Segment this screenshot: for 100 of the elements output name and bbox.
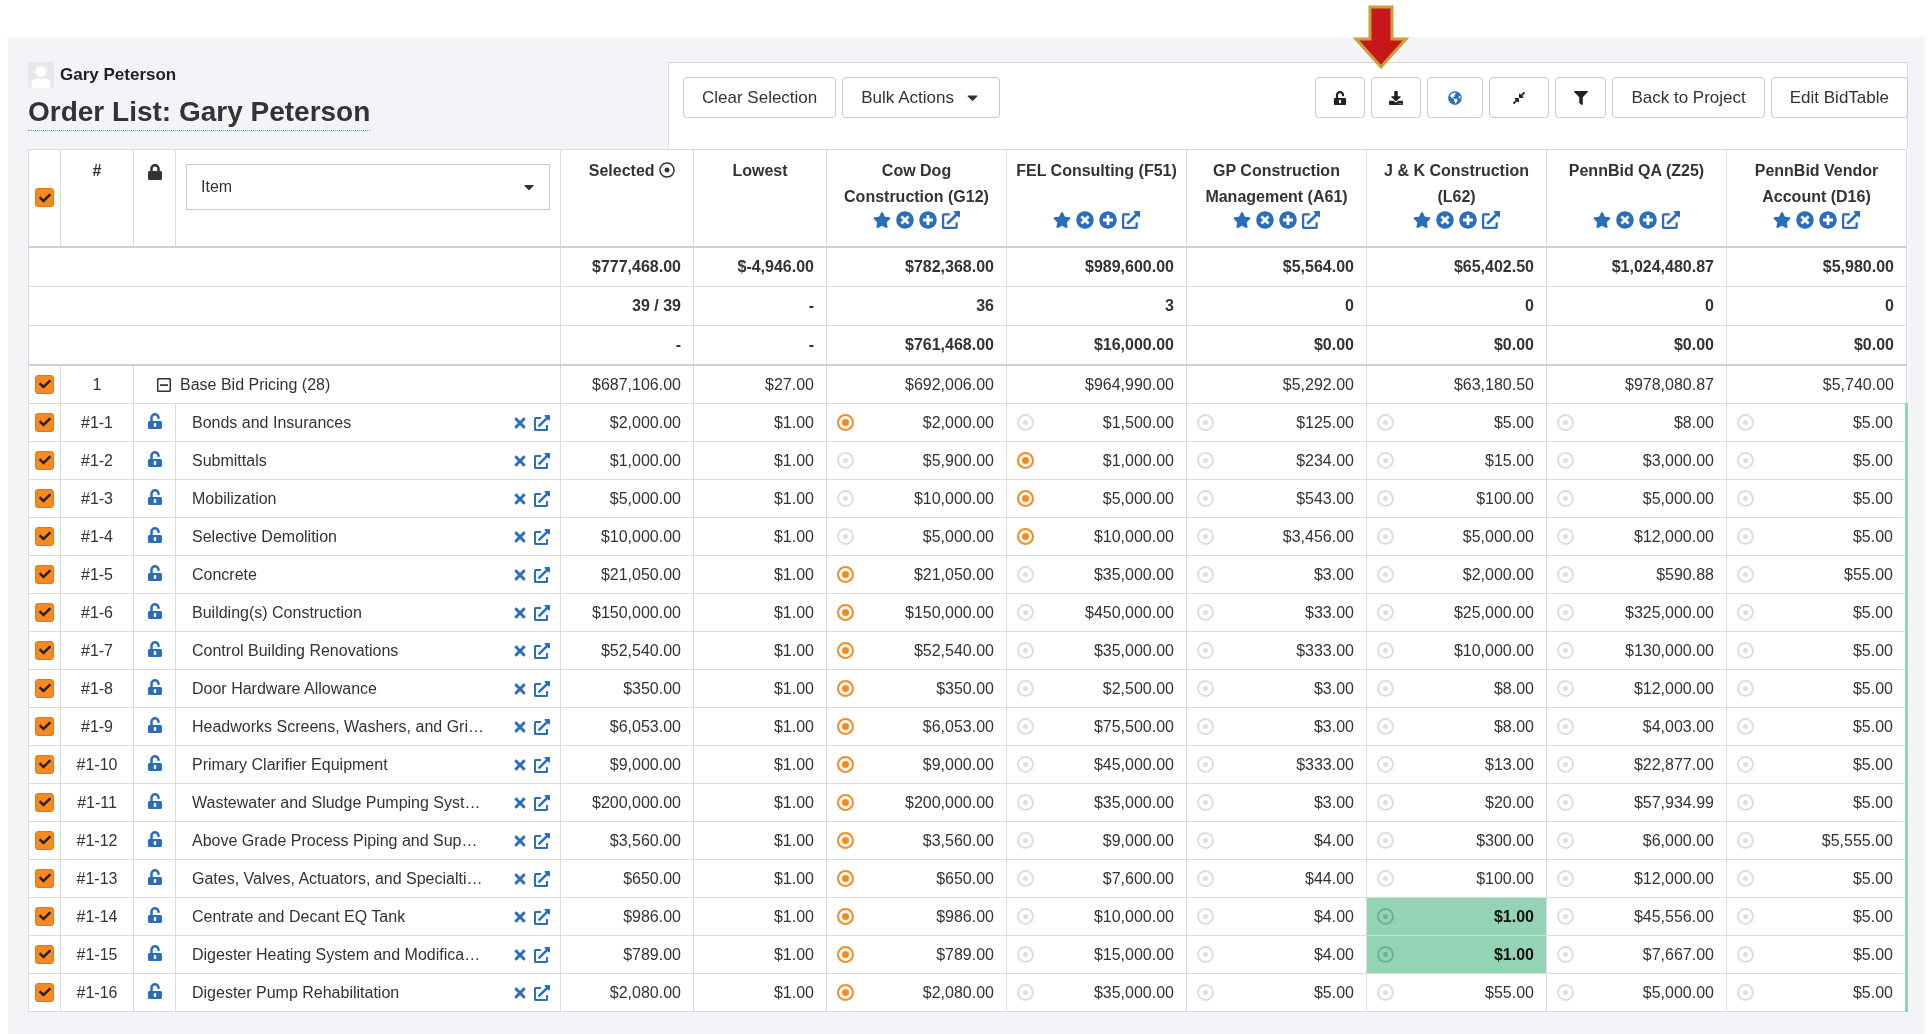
external-link-icon[interactable] bbox=[1122, 211, 1140, 229]
star-icon[interactable] bbox=[1233, 211, 1251, 229]
download-button[interactable] bbox=[1371, 77, 1422, 118]
checkbox[interactable] bbox=[35, 982, 54, 1002]
unlock-icon[interactable] bbox=[146, 716, 163, 733]
unlock-icon[interactable] bbox=[146, 450, 163, 467]
unlock-icon[interactable] bbox=[146, 526, 163, 543]
add-icon[interactable] bbox=[1639, 211, 1657, 229]
remove-icon[interactable] bbox=[1076, 211, 1094, 229]
external-link-icon[interactable] bbox=[534, 604, 550, 621]
unlock-icon[interactable] bbox=[146, 868, 163, 885]
filter-button[interactable] bbox=[1555, 77, 1607, 118]
external-link-icon[interactable] bbox=[534, 946, 550, 963]
external-link-icon[interactable] bbox=[534, 984, 550, 1001]
checkbox[interactable] bbox=[35, 188, 54, 208]
radio-button[interactable] bbox=[1017, 528, 1034, 545]
unlock-icon[interactable] bbox=[146, 564, 163, 581]
external-link-icon[interactable] bbox=[534, 870, 550, 887]
checkbox[interactable] bbox=[35, 906, 54, 926]
external-link-icon[interactable] bbox=[534, 908, 550, 925]
radio-button[interactable] bbox=[837, 946, 854, 963]
add-icon[interactable] bbox=[1279, 211, 1297, 229]
checkbox[interactable] bbox=[35, 754, 54, 774]
checkbox[interactable] bbox=[35, 450, 54, 470]
external-link-icon[interactable] bbox=[534, 680, 550, 697]
external-link-icon[interactable] bbox=[942, 211, 960, 229]
radio-button[interactable] bbox=[837, 832, 854, 849]
external-link-icon[interactable] bbox=[534, 414, 550, 431]
external-link-icon[interactable] bbox=[534, 642, 550, 659]
external-link-icon[interactable] bbox=[534, 756, 550, 773]
unlock-button[interactable] bbox=[1315, 77, 1366, 118]
unlock-icon[interactable] bbox=[146, 602, 163, 619]
add-icon[interactable] bbox=[1819, 211, 1837, 229]
external-link-icon[interactable] bbox=[1842, 211, 1860, 229]
star-icon[interactable] bbox=[1593, 211, 1611, 229]
item-select[interactable]: Item bbox=[186, 164, 550, 210]
radio-button[interactable] bbox=[837, 908, 854, 925]
unlock-icon[interactable] bbox=[146, 640, 163, 657]
external-link-icon[interactable] bbox=[534, 490, 550, 507]
radio-button[interactable] bbox=[837, 794, 854, 811]
unlock-icon[interactable] bbox=[146, 488, 163, 505]
external-link-icon[interactable] bbox=[534, 718, 550, 735]
radio-button[interactable] bbox=[1017, 490, 1034, 507]
checkbox[interactable] bbox=[35, 868, 54, 888]
checkbox[interactable] bbox=[35, 564, 54, 584]
radio-button[interactable] bbox=[1377, 946, 1394, 963]
external-link-icon[interactable] bbox=[534, 566, 550, 583]
unlock-icon[interactable] bbox=[146, 678, 163, 695]
checkbox[interactable] bbox=[35, 944, 54, 964]
add-icon[interactable] bbox=[1099, 211, 1117, 229]
checkbox[interactable] bbox=[35, 640, 54, 660]
add-icon[interactable] bbox=[919, 211, 937, 229]
checkbox[interactable] bbox=[35, 488, 54, 508]
unlock-icon[interactable] bbox=[146, 906, 163, 923]
star-icon[interactable] bbox=[1773, 211, 1791, 229]
clear-selection-button[interactable]: Clear Selection bbox=[683, 77, 837, 118]
checkbox[interactable] bbox=[35, 374, 54, 394]
radio-button[interactable] bbox=[837, 718, 854, 735]
add-icon[interactable] bbox=[1459, 211, 1477, 229]
external-link-icon[interactable] bbox=[1482, 211, 1500, 229]
unlock-icon[interactable] bbox=[146, 792, 163, 809]
radio-button[interactable] bbox=[837, 604, 854, 621]
remove-icon[interactable] bbox=[1616, 211, 1634, 229]
external-link-icon[interactable] bbox=[534, 794, 550, 811]
collapse-icon[interactable] bbox=[156, 376, 172, 393]
radio-button[interactable] bbox=[837, 414, 854, 431]
unlock-icon[interactable] bbox=[146, 412, 163, 429]
checkbox[interactable] bbox=[35, 830, 54, 850]
unlock-icon[interactable] bbox=[146, 982, 163, 999]
bulk-actions-button[interactable]: Bulk Actions bbox=[842, 77, 1000, 118]
checkbox[interactable] bbox=[35, 602, 54, 622]
checkbox[interactable] bbox=[35, 792, 54, 812]
radio-button[interactable] bbox=[1017, 452, 1034, 469]
edit-bidtable-button[interactable]: Edit BidTable bbox=[1770, 77, 1908, 118]
compress-button[interactable] bbox=[1489, 77, 1550, 118]
remove-icon[interactable] bbox=[1256, 211, 1274, 229]
radio-button[interactable] bbox=[837, 870, 854, 887]
remove-icon[interactable] bbox=[896, 211, 914, 229]
back-to-project-button[interactable]: Back to Project bbox=[1612, 77, 1765, 118]
radio-button[interactable] bbox=[1377, 908, 1394, 925]
star-icon[interactable] bbox=[1413, 211, 1431, 229]
checkbox[interactable] bbox=[35, 526, 54, 546]
checkbox[interactable] bbox=[35, 678, 54, 698]
radio-button[interactable] bbox=[837, 756, 854, 773]
external-link-icon[interactable] bbox=[1662, 211, 1680, 229]
remove-icon[interactable] bbox=[1436, 211, 1454, 229]
remove-icon[interactable] bbox=[1796, 211, 1814, 229]
radio-button[interactable] bbox=[837, 680, 854, 697]
checkbox[interactable] bbox=[35, 412, 54, 432]
checkbox[interactable] bbox=[35, 716, 54, 736]
radio-button[interactable] bbox=[837, 642, 854, 659]
external-link-icon[interactable] bbox=[534, 528, 550, 545]
unlock-icon[interactable] bbox=[146, 830, 163, 847]
unlock-icon[interactable] bbox=[146, 944, 163, 961]
external-link-icon[interactable] bbox=[534, 452, 550, 469]
unlock-icon[interactable] bbox=[146, 754, 163, 771]
external-link-icon[interactable] bbox=[1302, 211, 1320, 229]
star-icon[interactable] bbox=[1053, 211, 1071, 229]
radio-button[interactable] bbox=[837, 566, 854, 583]
radio-button[interactable] bbox=[837, 984, 854, 1001]
